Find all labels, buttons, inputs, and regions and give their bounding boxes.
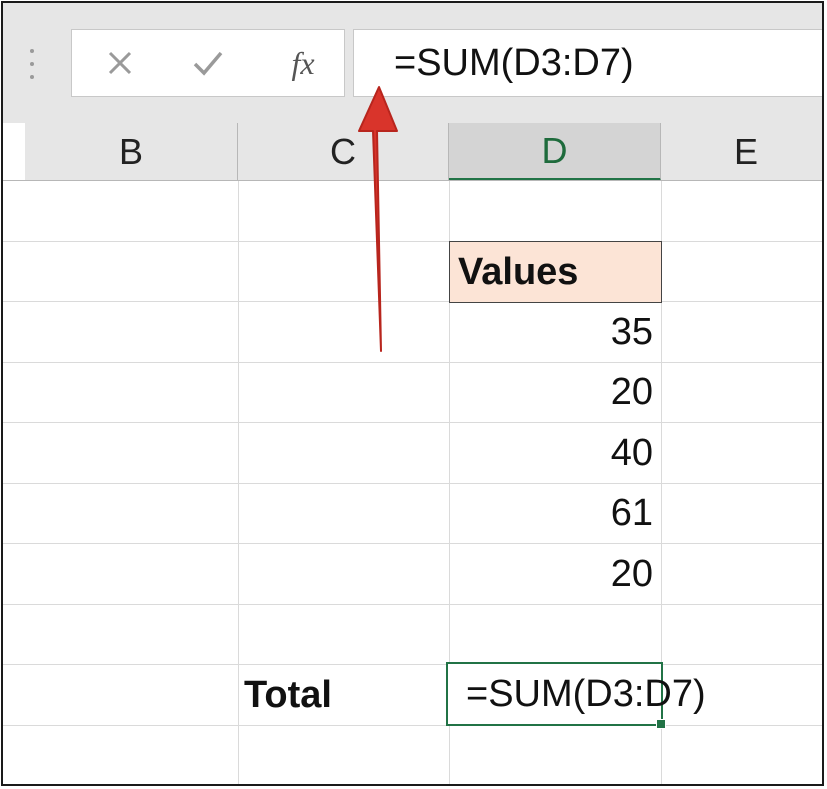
annotation-arrow — [358, 86, 398, 352]
spreadsheet-window: fx =SUM(D3:D7) B C D E Values 35 20 40 6… — [1, 1, 824, 786]
